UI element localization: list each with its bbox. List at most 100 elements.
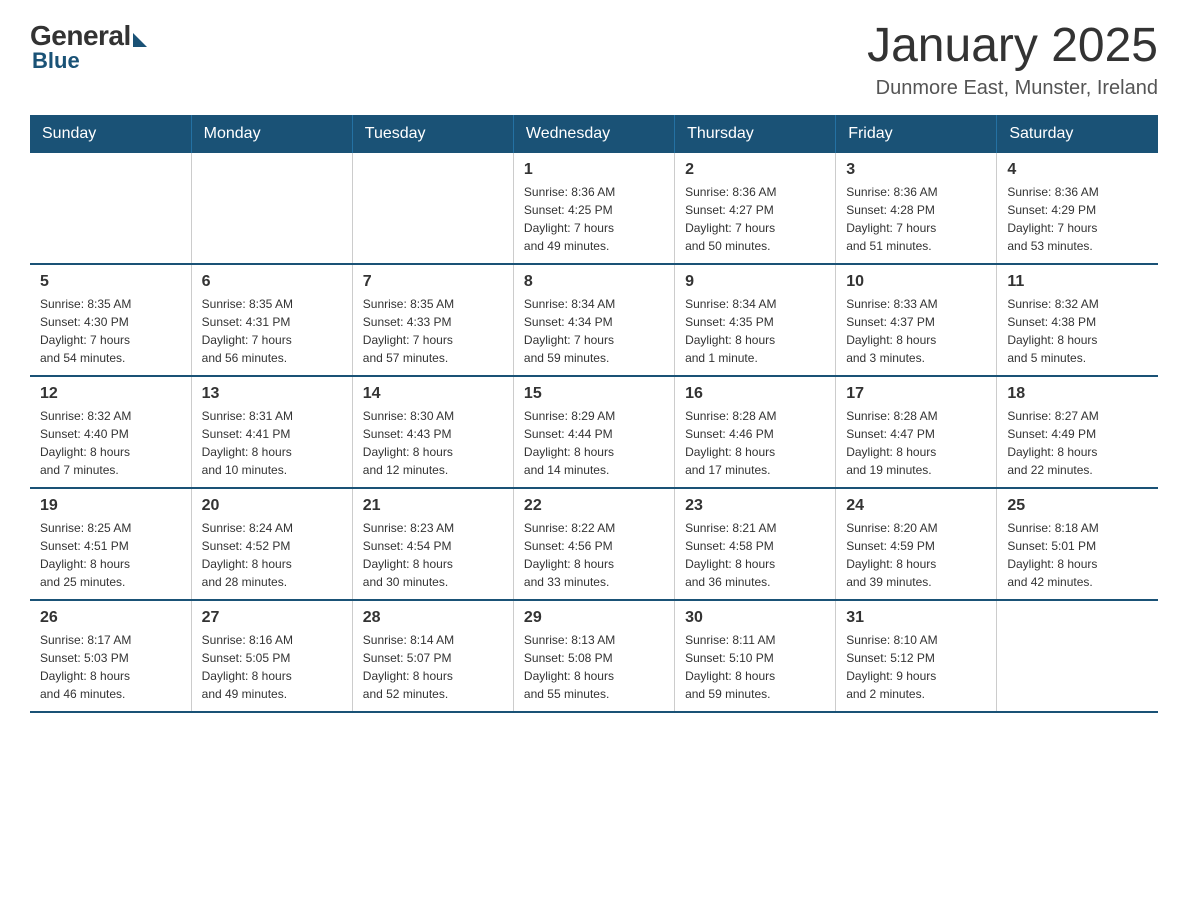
calendar-cell: 20Sunrise: 8:24 AMSunset: 4:52 PMDayligh… xyxy=(191,488,352,600)
calendar-cell: 1 Sunrise: 8:36 AMSunset: 4:25 PMDaylight… xyxy=(513,153,674,264)
day-info: Sunrise: 8:23 AMSunset: 4:54 PMDaylight:… xyxy=(363,519,503,591)
day-number: 31 xyxy=(846,609,986,627)
day-info: Sunrise: 8:25 AMSunset: 4:51 PMDaylight:… xyxy=(40,519,181,591)
calendar-week-row: 26Sunrise: 8:17 AMSunset: 5:03 PMDayligh… xyxy=(30,600,1158,712)
calendar-cell: 31 Sunrise: 8:10 AMSunset: 5:12 PMDayligh… xyxy=(836,600,997,712)
day-info: Sunrise: 8:32 AMSunset: 4:38 PMDaylight:… xyxy=(1007,295,1148,367)
calendar-cell: 24Sunrise: 8:20 AMSunset: 4:59 PMDayligh… xyxy=(836,488,997,600)
day-number: 12 xyxy=(40,385,181,403)
day-number: 8 xyxy=(524,273,664,291)
calendar-cell xyxy=(191,153,352,264)
calendar-header-tuesday: Tuesday xyxy=(352,115,513,153)
calendar-cell: 7Sunrise: 8:35 AMSunset: 4:33 PMDaylight… xyxy=(352,264,513,376)
calendar-cell: 18 Sunrise: 8:27 AMSunset: 4:49 PMDayligh… xyxy=(997,376,1158,488)
day-info: Sunrise: 8:28 AMSunset: 4:46 PMDaylight:… xyxy=(685,407,825,479)
day-info: Sunrise: 8:29 AMSunset: 4:44 PMDaylight:… xyxy=(524,407,664,479)
logo: General Blue xyxy=(30,20,147,74)
day-number: 2 xyxy=(685,161,825,179)
day-number: 15 xyxy=(524,385,664,403)
title-section: January 2025 Dunmore East, Munster, Irel… xyxy=(867,20,1158,100)
day-info: Sunrise: 8:33 AMSunset: 4:37 PMDaylight:… xyxy=(846,295,986,367)
day-info: Sunrise: 8:16 AMSunset: 5:05 PMDaylight:… xyxy=(202,631,342,703)
day-info: Sunrise: 8:32 AMSunset: 4:40 PMDaylight:… xyxy=(40,407,181,479)
calendar-cell: 28 Sunrise: 8:14 AMSunset: 5:07 PMDayligh… xyxy=(352,600,513,712)
calendar-cell: 9 Sunrise: 8:34 AMSunset: 4:35 PMDaylight… xyxy=(675,264,836,376)
calendar-header-thursday: Thursday xyxy=(675,115,836,153)
day-info: Sunrise: 8:13 AMSunset: 5:08 PMDaylight:… xyxy=(524,631,664,703)
calendar-cell: 14 Sunrise: 8:30 AMSunset: 4:43 PMDayligh… xyxy=(352,376,513,488)
calendar-cell: 3Sunrise: 8:36 AMSunset: 4:28 PMDaylight… xyxy=(836,153,997,264)
day-info: Sunrise: 8:36 AMSunset: 4:25 PMDaylight:… xyxy=(524,183,664,255)
calendar-header-wednesday: Wednesday xyxy=(513,115,674,153)
calendar-cell: 11Sunrise: 8:32 AMSunset: 4:38 PMDayligh… xyxy=(997,264,1158,376)
calendar-cell: 13 Sunrise: 8:31 AMSunset: 4:41 PMDayligh… xyxy=(191,376,352,488)
day-info: Sunrise: 8:36 AMSunset: 4:29 PMDaylight:… xyxy=(1007,183,1148,255)
day-info: Sunrise: 8:35 AMSunset: 4:33 PMDaylight:… xyxy=(363,295,503,367)
calendar-cell: 21Sunrise: 8:23 AMSunset: 4:54 PMDayligh… xyxy=(352,488,513,600)
day-info: Sunrise: 8:34 AMSunset: 4:34 PMDaylight:… xyxy=(524,295,664,367)
day-number: 4 xyxy=(1007,161,1148,179)
day-info: Sunrise: 8:30 AMSunset: 4:43 PMDaylight:… xyxy=(363,407,503,479)
calendar-week-row: 12 Sunrise: 8:32 AMSunset: 4:40 PMDayligh… xyxy=(30,376,1158,488)
day-number: 19 xyxy=(40,497,181,515)
calendar-cell: 16 Sunrise: 8:28 AMSunset: 4:46 PMDayligh… xyxy=(675,376,836,488)
calendar-subtitle: Dunmore East, Munster, Ireland xyxy=(867,77,1158,100)
day-number: 5 xyxy=(40,273,181,291)
calendar-header-sunday: Sunday xyxy=(30,115,191,153)
calendar-header-friday: Friday xyxy=(836,115,997,153)
calendar-cell: 12 Sunrise: 8:32 AMSunset: 4:40 PMDayligh… xyxy=(30,376,191,488)
calendar-cell: 6Sunrise: 8:35 AMSunset: 4:31 PMDaylight… xyxy=(191,264,352,376)
day-number: 14 xyxy=(363,385,503,403)
calendar-header-saturday: Saturday xyxy=(997,115,1158,153)
day-number: 1 xyxy=(524,161,664,179)
calendar-table: SundayMondayTuesdayWednesdayThursdayFrid… xyxy=(30,115,1158,713)
day-number: 24 xyxy=(846,497,986,515)
calendar-cell: 22 Sunrise: 8:22 AMSunset: 4:56 PMDayligh… xyxy=(513,488,674,600)
calendar-week-row: 19 Sunrise: 8:25 AMSunset: 4:51 PMDayligh… xyxy=(30,488,1158,600)
day-number: 9 xyxy=(685,273,825,291)
calendar-week-row: 5 Sunrise: 8:35 AMSunset: 4:30 PMDaylight… xyxy=(30,264,1158,376)
day-info: Sunrise: 8:28 AMSunset: 4:47 PMDaylight:… xyxy=(846,407,986,479)
day-number: 10 xyxy=(846,273,986,291)
day-number: 28 xyxy=(363,609,503,627)
day-number: 29 xyxy=(524,609,664,627)
calendar-cell xyxy=(352,153,513,264)
calendar-cell: 2 Sunrise: 8:36 AMSunset: 4:27 PMDaylight… xyxy=(675,153,836,264)
day-info: Sunrise: 8:36 AMSunset: 4:27 PMDaylight:… xyxy=(685,183,825,255)
day-number: 13 xyxy=(202,385,342,403)
day-number: 26 xyxy=(40,609,181,627)
calendar-title: January 2025 xyxy=(867,20,1158,73)
day-number: 17 xyxy=(846,385,986,403)
day-info: Sunrise: 8:24 AMSunset: 4:52 PMDaylight:… xyxy=(202,519,342,591)
calendar-header-row: SundayMondayTuesdayWednesdayThursdayFrid… xyxy=(30,115,1158,153)
day-info: Sunrise: 8:18 AMSunset: 5:01 PMDaylight:… xyxy=(1007,519,1148,591)
day-number: 18 xyxy=(1007,385,1148,403)
calendar-cell xyxy=(30,153,191,264)
day-info: Sunrise: 8:14 AMSunset: 5:07 PMDaylight:… xyxy=(363,631,503,703)
calendar-week-row: 1 Sunrise: 8:36 AMSunset: 4:25 PMDaylight… xyxy=(30,153,1158,264)
day-number: 27 xyxy=(202,609,342,627)
day-info: Sunrise: 8:34 AMSunset: 4:35 PMDaylight:… xyxy=(685,295,825,367)
calendar-cell: 27 Sunrise: 8:16 AMSunset: 5:05 PMDayligh… xyxy=(191,600,352,712)
day-number: 3 xyxy=(846,161,986,179)
day-info: Sunrise: 8:22 AMSunset: 4:56 PMDaylight:… xyxy=(524,519,664,591)
calendar-cell: 8 Sunrise: 8:34 AMSunset: 4:34 PMDaylight… xyxy=(513,264,674,376)
calendar-header-monday: Monday xyxy=(191,115,352,153)
calendar-cell: 30Sunrise: 8:11 AMSunset: 5:10 PMDayligh… xyxy=(675,600,836,712)
calendar-cell: 17 Sunrise: 8:28 AMSunset: 4:47 PMDayligh… xyxy=(836,376,997,488)
logo-triangle-icon xyxy=(133,33,147,47)
day-info: Sunrise: 8:27 AMSunset: 4:49 PMDaylight:… xyxy=(1007,407,1148,479)
calendar-cell: 26Sunrise: 8:17 AMSunset: 5:03 PMDayligh… xyxy=(30,600,191,712)
day-info: Sunrise: 8:35 AMSunset: 4:31 PMDaylight:… xyxy=(202,295,342,367)
calendar-cell: 10 Sunrise: 8:33 AMSunset: 4:37 PMDayligh… xyxy=(836,264,997,376)
day-info: Sunrise: 8:35 AMSunset: 4:30 PMDaylight:… xyxy=(40,295,181,367)
calendar-cell xyxy=(997,600,1158,712)
day-number: 16 xyxy=(685,385,825,403)
day-info: Sunrise: 8:10 AMSunset: 5:12 PMDaylight:… xyxy=(846,631,986,703)
calendar-cell: 29 Sunrise: 8:13 AMSunset: 5:08 PMDayligh… xyxy=(513,600,674,712)
day-number: 22 xyxy=(524,497,664,515)
calendar-cell: 19 Sunrise: 8:25 AMSunset: 4:51 PMDayligh… xyxy=(30,488,191,600)
logo-blue-text: Blue xyxy=(32,48,80,74)
day-info: Sunrise: 8:31 AMSunset: 4:41 PMDaylight:… xyxy=(202,407,342,479)
calendar-cell: 25Sunrise: 8:18 AMSunset: 5:01 PMDayligh… xyxy=(997,488,1158,600)
